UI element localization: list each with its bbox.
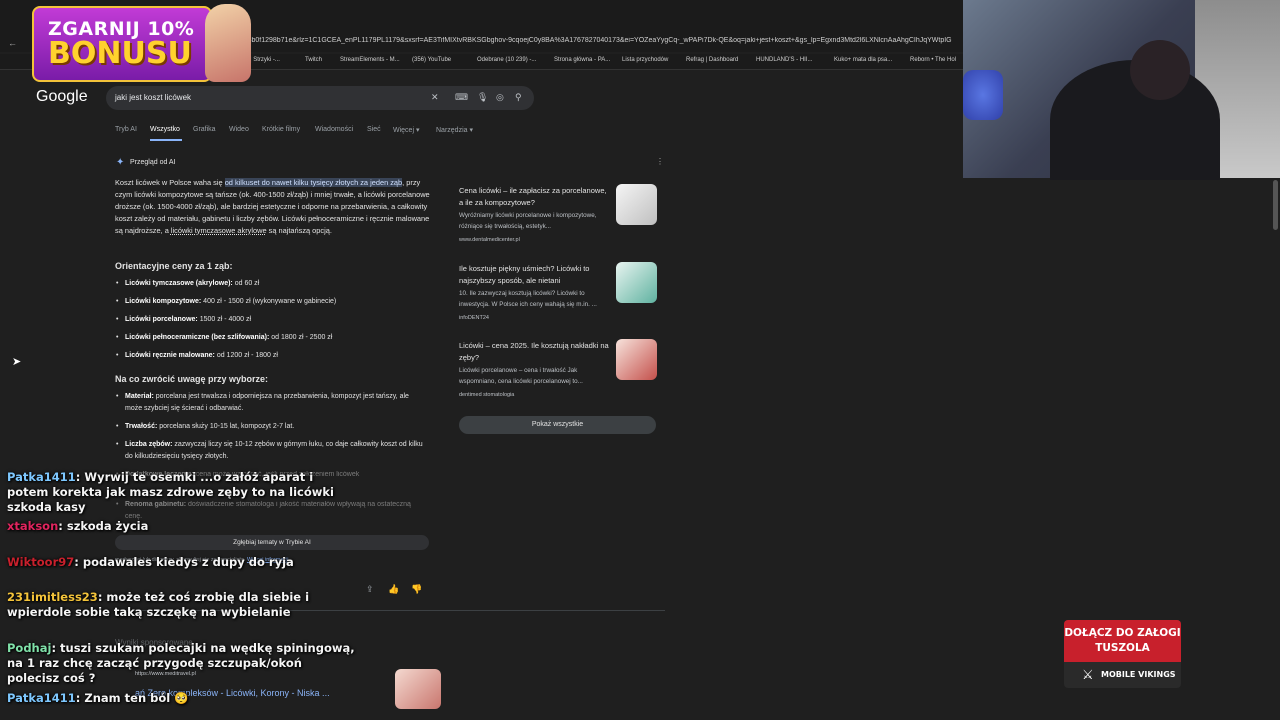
chat-username: Patka1411 xyxy=(7,470,76,484)
tab-news[interactable]: Wiadomości xyxy=(315,126,353,133)
mouse-cursor-icon: ➤ xyxy=(12,356,22,368)
thumbs-down-icon[interactable]: 👎 xyxy=(411,584,422,595)
tab-web[interactable]: Sieć xyxy=(367,126,381,133)
more-options-icon[interactable]: ⋮ xyxy=(656,157,664,166)
term-link[interactable]: licówki tymczasowe akrylowe xyxy=(171,226,267,235)
bookmark[interactable]: Odebrane (10 239) -... xyxy=(477,57,536,63)
back-icon[interactable]: ← xyxy=(8,38,17,48)
source-card-title[interactable]: Ile kosztuje piękny uśmiech? Licówki to … xyxy=(459,263,609,287)
source-card-title[interactable]: Licówki – cena 2025. Ile kosztują nakład… xyxy=(459,340,609,364)
scrollbar[interactable] xyxy=(1273,180,1278,230)
search-input[interactable]: jaki jest koszt licówek xyxy=(115,93,191,102)
attention-item: Trwałość: porcelana służy 10-15 lat, kom… xyxy=(116,421,425,433)
source-card-image[interactable] xyxy=(616,262,657,303)
source-card-desc: 10. Ile zazwyczaj kosztują licówki? Licó… xyxy=(459,290,597,308)
tab-all[interactable]: Wszystko xyxy=(150,126,180,133)
promo-brand: MOBILE VIKINGS xyxy=(1101,670,1176,679)
bookmark[interactable]: Twitch xyxy=(305,57,322,63)
chat-message: Wiktoor97: podawales kiedys z dupy do ry… xyxy=(7,555,294,569)
source-card-image[interactable] xyxy=(616,339,657,380)
tab-video[interactable]: Wideo xyxy=(229,126,249,133)
chat-username: Podhaj xyxy=(7,641,52,655)
ai-sparkle-icon: ✦ xyxy=(116,157,125,168)
keyboard-icon[interactable]: ⌨ xyxy=(455,92,468,103)
chat-username: Patka1411 xyxy=(7,691,76,705)
search-icon[interactable]: ⚲ xyxy=(515,92,522,103)
tab-more[interactable]: Więcej ▾ xyxy=(393,126,419,134)
source-card-desc: Licówki porcelanowe – cena i trwałość Ja… xyxy=(459,367,583,385)
chat-username: xtakson xyxy=(7,519,59,533)
bookmark[interactable]: Reborn • The Hol xyxy=(910,57,956,63)
chat-message: Patka1411: Wyrwij te osemki ...o załóż a… xyxy=(7,470,334,514)
viking-logo-icon: ⚔ xyxy=(1082,667,1094,682)
ai-overview-intro: Koszt licówek w Polsce waha się od kilku… xyxy=(115,178,430,235)
tab-shorts[interactable]: Krótkie filmy xyxy=(262,126,300,133)
result-image[interactable] xyxy=(395,669,441,709)
tab-images[interactable]: Grafika xyxy=(193,126,216,133)
tab-ai-mode[interactable]: Tryb AI xyxy=(115,126,137,133)
chat-username: Wiktoor97 xyxy=(7,555,75,569)
webcam-light xyxy=(963,70,1003,120)
source-card-title[interactable]: Cena licówki – ile zapłacisz za porcelan… xyxy=(459,185,609,209)
streamer-head xyxy=(1130,40,1190,100)
source-card-desc: Wyróżniamy licówki porcelanowe i kompozy… xyxy=(459,212,597,230)
source-card-image[interactable] xyxy=(616,184,657,225)
bookmark[interactable]: Lista przychodów xyxy=(622,57,668,63)
bookmark[interactable]: StreamElements - M... xyxy=(340,57,400,63)
active-tab-indicator xyxy=(150,139,182,141)
attention-heading: Na co zwrócić uwagę przy wyborze: xyxy=(115,374,269,384)
promo-line2: TUSZOLA xyxy=(1095,642,1150,654)
bonus-line2: BONUSU xyxy=(48,36,192,71)
attention-item: Liczba zębów: zazwyczaj liczy się 10-12 … xyxy=(116,439,425,463)
bookmark[interactable]: (356) YouTube xyxy=(412,57,451,63)
bookmark[interactable]: | Strzyki -... xyxy=(250,57,280,63)
attention-item: Materiał: porcelana jest trwalsza i odpo… xyxy=(116,391,425,415)
price-item: Licówki pełnoceramiczne (bez szlifowania… xyxy=(116,332,425,344)
price-item: Licówki ręcznie malowane: od 1200 zł - 1… xyxy=(116,350,425,362)
google-logo[interactable]: Google xyxy=(36,88,88,106)
bookmark[interactable]: Refrag | Dashboard xyxy=(686,57,738,63)
share-icon[interactable]: ⇪ xyxy=(366,584,374,595)
chat-message: xtakson: szkoda życia xyxy=(7,519,149,533)
bookmark[interactable]: Strona główna - PA... xyxy=(554,57,610,63)
source-card-site[interactable]: www.dentalmedicenter.pl xyxy=(459,237,520,243)
show-all-button[interactable]: Pokaż wszystkie xyxy=(459,416,656,434)
url-text[interactable]: 512b3b0f1298b71e&rlz=1C1GCEA_enPL1179PL1… xyxy=(232,37,962,50)
clear-icon[interactable]: ✕ xyxy=(431,92,439,103)
ai-overview-title: Przegląd od AI xyxy=(130,159,176,166)
prices-heading: Orientacyjne ceny za 1 ząb: xyxy=(115,261,233,271)
lens-icon[interactable]: ◎ xyxy=(496,92,504,103)
chat-message: Patka1411: Znam ten ból 🥺 xyxy=(7,691,189,705)
price-item: Licówki kompozytowe: 400 zł - 1500 zł (w… xyxy=(116,296,425,308)
explore-ai-mode-button[interactable]: Zgłębiaj tematy w Trybie AI xyxy=(115,535,429,550)
chat-message: 231imitless23: może też coś zrobię dla s… xyxy=(7,590,310,619)
price-item: Licówki tymczasowe (akrylowe): od 60 zł xyxy=(116,278,425,290)
thumbs-up-icon[interactable]: 👍 xyxy=(388,584,399,595)
promo-line1: DOŁĄCZ DO ZAŁOGI xyxy=(1064,627,1181,639)
mic-icon[interactable]: 🎙 xyxy=(477,92,488,103)
price-item: Licówki porcelanowe: 1500 zł - 4000 zł xyxy=(116,314,425,326)
bonus-character-image xyxy=(205,4,251,82)
bookmark[interactable]: Kuko+ mata dla psa... xyxy=(834,57,892,63)
source-card-site[interactable]: dentimed stomatologia xyxy=(459,392,514,398)
chat-message: Podhaj: tuszi szukam polecajki na wędkę … xyxy=(7,641,355,685)
highlighted-text: od kilkuset do nawet kilku tysięcy złoty… xyxy=(224,178,403,187)
chat-username: 231imitless23 xyxy=(7,590,98,604)
source-card-site[interactable]: infoDENT24 xyxy=(459,315,489,321)
tab-tools[interactable]: Narzędzia ▾ xyxy=(436,126,473,134)
bookmark[interactable]: HUNDLAND'S - HII... xyxy=(756,57,812,63)
